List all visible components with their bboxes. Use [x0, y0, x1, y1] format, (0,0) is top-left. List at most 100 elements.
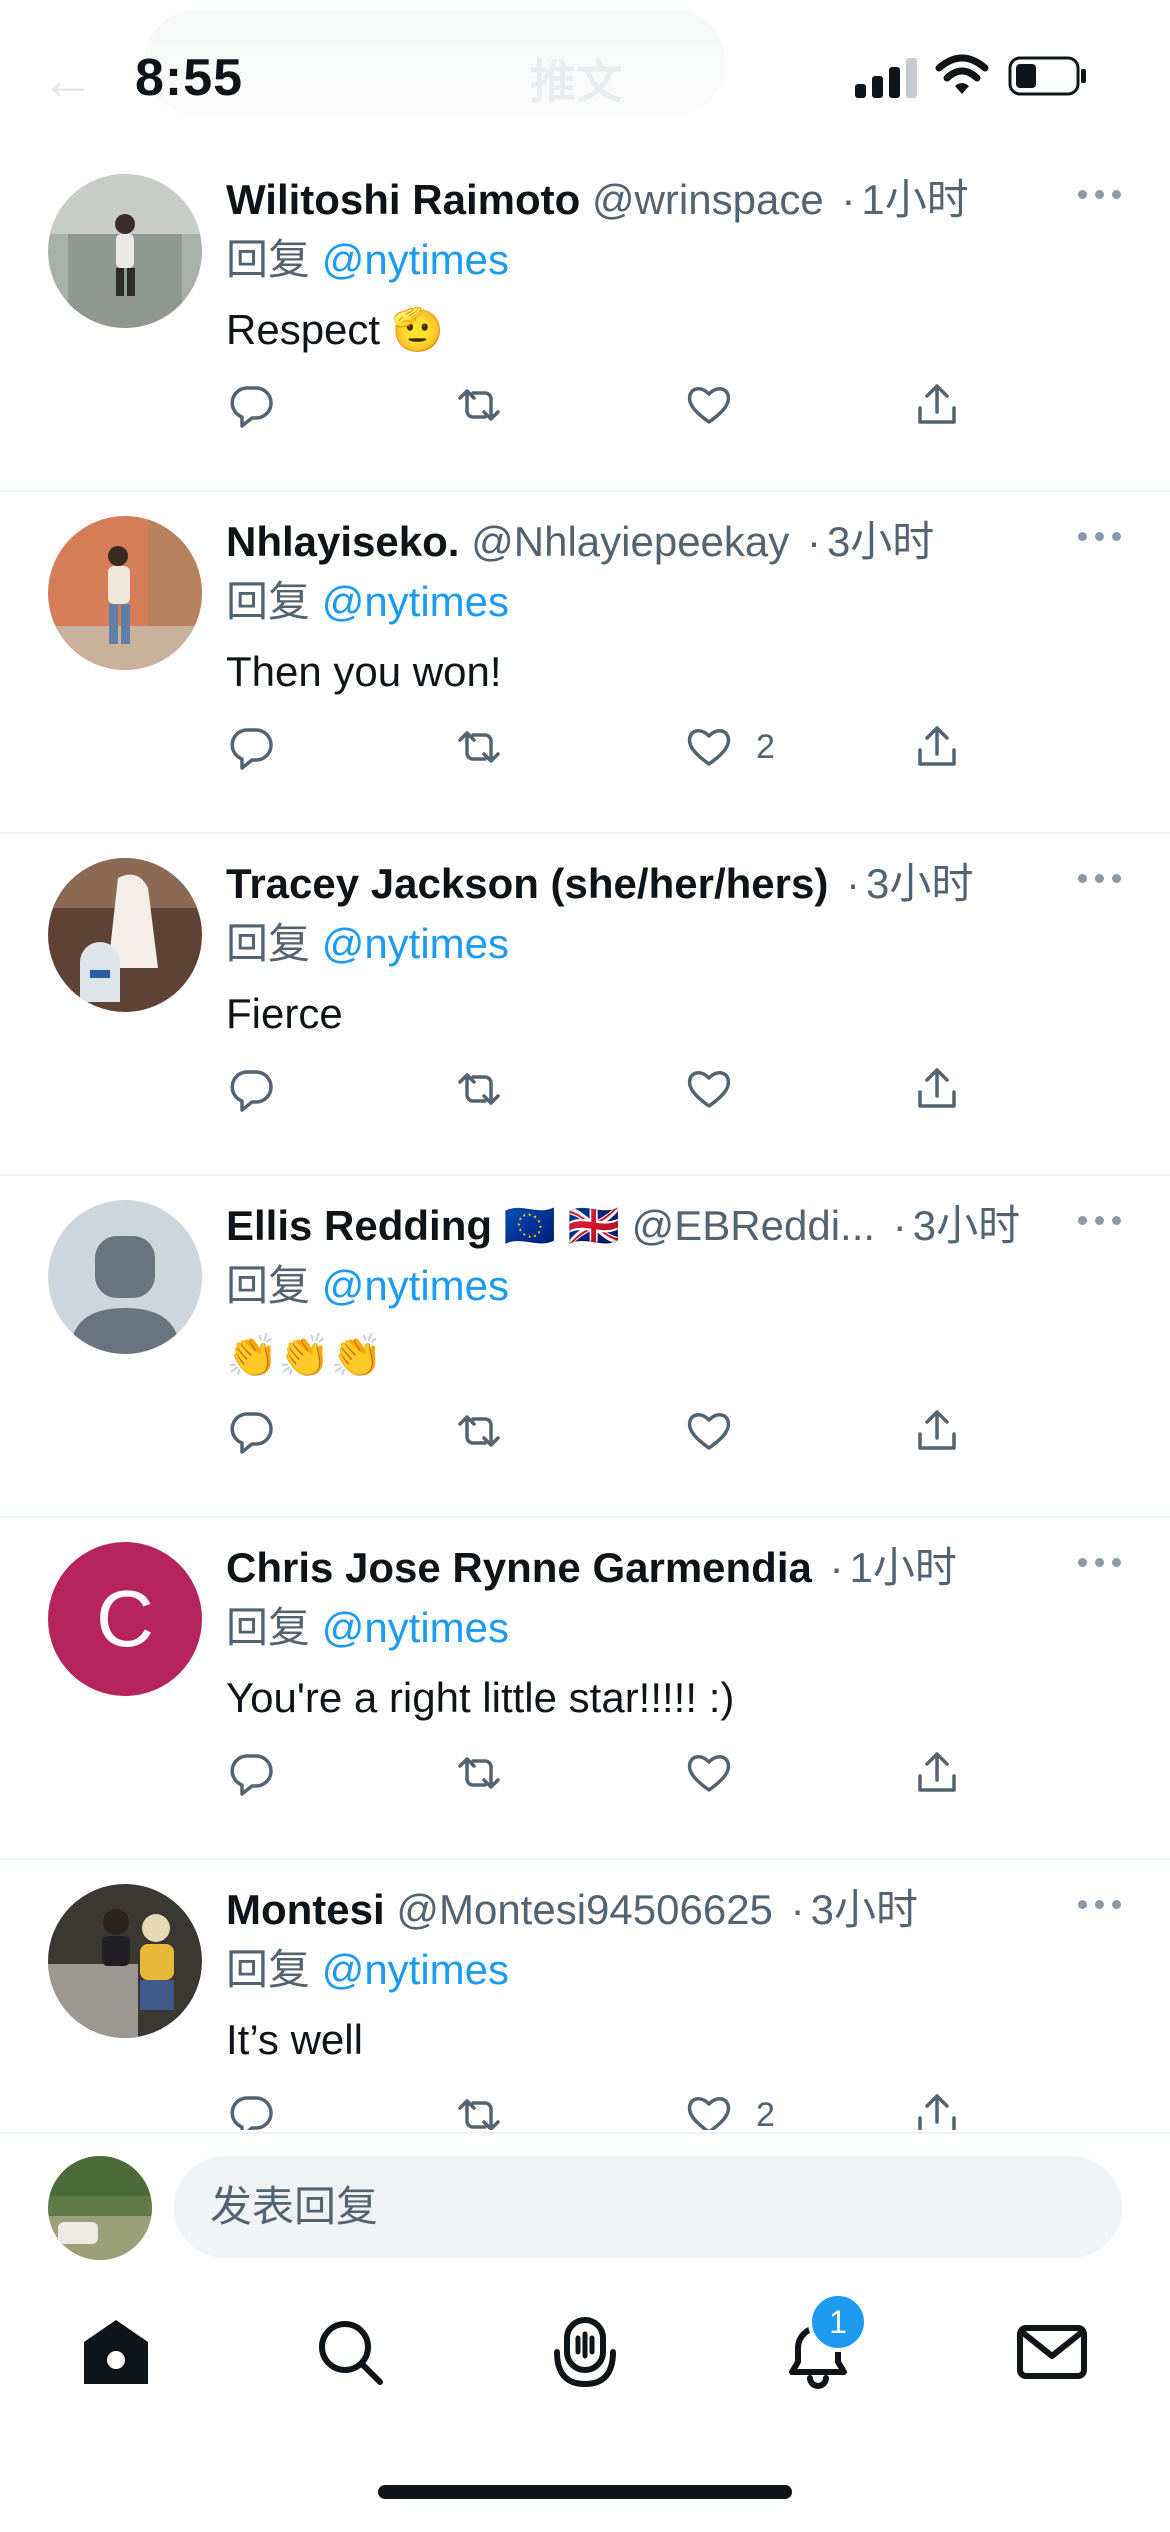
tweet[interactable]: Wilitoshi Raimoto @wrinspace · 1小时 回复 @ny… [0, 150, 1170, 492]
like-button[interactable] [684, 1059, 756, 1119]
replying-to: 回复 @nytimes [226, 1258, 509, 1314]
reply-button[interactable] [226, 717, 276, 777]
like-button[interactable]: 2 [684, 717, 775, 777]
mention-link[interactable]: @nytimes [322, 920, 509, 967]
replying-to: 回复 @nytimes [226, 574, 509, 630]
tweet-time: 1小时 [861, 176, 969, 223]
mention-link[interactable]: @nytimes [322, 1604, 509, 1651]
tweet-header: Montesi @Montesi94506625 · 3小时 [226, 1880, 1056, 1940]
avatar-letter: C [96, 1574, 154, 1663]
heart-icon [687, 1755, 731, 1792]
author-handle: @EBReddi... [631, 1202, 876, 1249]
retweet-button[interactable] [454, 375, 504, 435]
mention-link[interactable]: @nytimes [322, 236, 509, 283]
tweet-actions: 2 [226, 2085, 986, 2130]
like-button[interactable]: 2 [684, 2085, 775, 2130]
more-icon[interactable] [1078, 868, 1122, 888]
tweet-header: Chris Jose Rynne Garmendia · 1小时 [226, 1538, 1056, 1598]
retweet-icon [458, 389, 500, 421]
retweet-button[interactable] [454, 1743, 504, 1803]
heart-icon [687, 1071, 731, 1108]
author-name[interactable]: Wilitoshi Raimoto [226, 176, 580, 223]
retweet-button[interactable] [454, 1059, 504, 1119]
reply-feed[interactable]: Wilitoshi Raimoto @wrinspace · 1小时 回复 @ny… [0, 150, 1170, 2130]
more-icon[interactable] [1078, 184, 1122, 204]
author-name[interactable]: Nhlayiseko. [226, 518, 459, 565]
replying-to: 回复 @nytimes [226, 1942, 509, 1998]
like-button[interactable] [684, 1743, 756, 1803]
tweet[interactable]: Ellis Redding 🇪🇺 🇬🇧 @EBReddi... · 3小时 回复 … [0, 1176, 1170, 1518]
tab-messages[interactable] [1012, 2312, 1092, 2392]
status-time: 8:55 [135, 49, 244, 107]
tweet-header: Tracey Jackson (she/her/hers) · 3小时 [226, 854, 1056, 914]
mention-link[interactable]: @nytimes [322, 1262, 509, 1309]
tweet-actions [226, 1401, 986, 1461]
share-icon [918, 1410, 956, 1450]
tweet[interactable]: Nhlayiseko. @Nhlayiepeekay · 3小时 回复 @nyti… [0, 492, 1170, 834]
author-name[interactable]: Ellis Redding 🇪🇺 🇬🇧 [226, 1202, 620, 1249]
tweet-time: 3小时 [912, 1202, 1021, 1249]
author-name[interactable]: Tracey Jackson (she/her/hers) [226, 860, 828, 907]
tweet-time: 1小时 [849, 1544, 957, 1591]
share-button[interactable] [912, 1059, 962, 1119]
reply-button[interactable] [226, 1059, 276, 1119]
author-name[interactable]: Montesi [226, 1886, 385, 1933]
retweet-button[interactable] [454, 1401, 504, 1461]
tweet-time: 3小时 [866, 860, 974, 907]
retweet-button[interactable] [454, 717, 504, 777]
more-icon[interactable] [1078, 1210, 1122, 1230]
reply-icon [230, 2096, 273, 2130]
mail-icon [1017, 2325, 1087, 2379]
avatar[interactable] [48, 1200, 202, 1354]
share-icon [918, 1752, 956, 1792]
share-button[interactable] [912, 717, 962, 777]
heart-icon [687, 2097, 731, 2130]
author-name[interactable]: Chris Jose Rynne Garmendia [226, 1544, 812, 1591]
reply-icon [230, 728, 273, 770]
tweet[interactable]: Tracey Jackson (she/her/hers) · 3小时 回复 @n… [0, 834, 1170, 1176]
share-button[interactable] [912, 1743, 962, 1803]
tweet-time: 3小时 [810, 1886, 918, 1933]
tweet-text: Fierce [226, 990, 343, 1037]
retweet-icon [458, 1073, 500, 1105]
signal-icon [855, 58, 917, 98]
reply-button[interactable] [226, 375, 276, 435]
tweet[interactable]: C Chris Jose Rynne Garmendia · 1小时 回复 @ny… [0, 1518, 1170, 1860]
reply-button[interactable] [226, 1743, 276, 1803]
tab-search[interactable] [310, 2312, 390, 2392]
tab-home[interactable] [76, 2312, 156, 2392]
avatar[interactable] [48, 1884, 202, 2038]
tweet-text: It’s well [226, 2016, 363, 2063]
mention-link[interactable]: @nytimes [322, 1946, 509, 1993]
heart-icon [687, 1413, 731, 1450]
reply-button[interactable] [226, 2085, 276, 2130]
tweet[interactable]: Montesi @Montesi94506625 · 3小时 回复 @nytime… [0, 1860, 1170, 2130]
avatar[interactable] [48, 858, 202, 1012]
reply-icon [230, 386, 273, 428]
more-icon[interactable] [1078, 1894, 1122, 1914]
retweet-button[interactable] [454, 2085, 504, 2130]
more-icon[interactable] [1078, 526, 1122, 546]
reply-icon [230, 1412, 273, 1454]
like-button[interactable] [684, 375, 756, 435]
reply-button[interactable] [226, 1401, 276, 1461]
tab-spaces[interactable] [545, 2312, 625, 2392]
avatar[interactable] [48, 516, 202, 670]
reply-input[interactable]: 发表回复 [174, 2156, 1122, 2258]
more-icon[interactable] [1078, 1552, 1122, 1572]
separator-dot: · [790, 1886, 805, 1933]
arrow-left-icon[interactable]: ← [40, 52, 96, 108]
my-avatar[interactable] [48, 2156, 152, 2260]
avatar[interactable]: C [48, 1542, 202, 1696]
like-button[interactable] [684, 1401, 756, 1461]
share-button[interactable] [912, 1401, 962, 1461]
tweet-text: You're a right little star!!!!! :) [226, 1674, 735, 1721]
like-count: 2 [756, 727, 775, 766]
tab-notifications[interactable]: 1 [778, 2292, 868, 2392]
avatar[interactable] [48, 174, 202, 328]
mention-link[interactable]: @nytimes [322, 578, 509, 625]
share-button[interactable] [912, 375, 962, 435]
reply-prefix: 回复 [226, 578, 311, 625]
share-button[interactable] [912, 2085, 962, 2130]
separator-dot: · [829, 1544, 844, 1591]
